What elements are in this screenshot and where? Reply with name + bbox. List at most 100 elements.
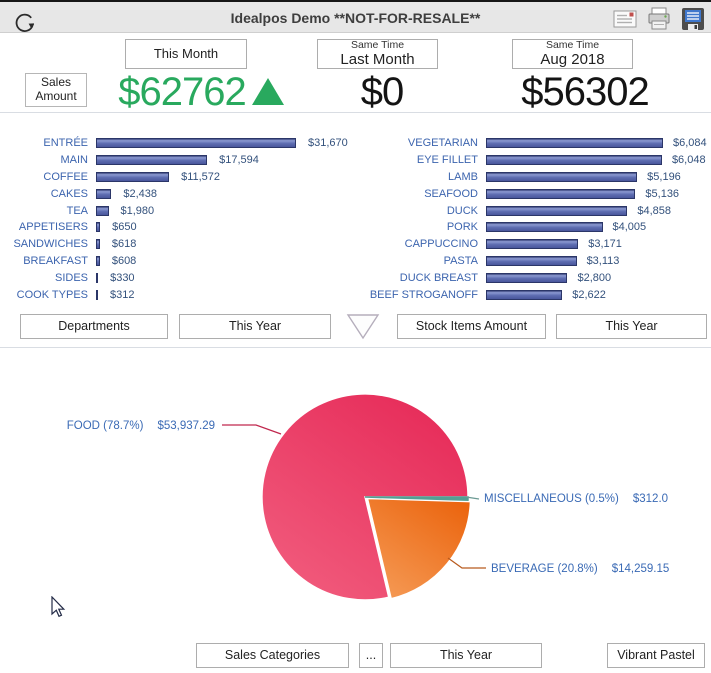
bar xyxy=(486,222,603,232)
bar-value-label: $4,005 xyxy=(613,221,647,233)
sales-categories-pie-chart: FOOD (78.7%)$53,937.29 MISCELLANEOUS (0.… xyxy=(0,350,711,645)
collapse-chevron-icon[interactable] xyxy=(346,313,380,340)
bar-category-label: PASTA xyxy=(356,255,486,267)
bar-value-label: $11,572 xyxy=(181,171,220,183)
bar-category-label: LAMB xyxy=(356,171,486,183)
bar-row: COFFEE$11,572 xyxy=(0,169,356,186)
divider xyxy=(0,347,711,348)
stock-items-button[interactable]: Stock Items Amount xyxy=(397,314,546,339)
bar-category-label: COOK TYPES xyxy=(0,289,96,301)
bar xyxy=(486,290,562,300)
bar-category-label: DUCK BREAST xyxy=(356,272,486,284)
bar-category-label: BEEF STROGANOFF xyxy=(356,289,486,301)
bar-category-label: PORK xyxy=(356,221,486,233)
bar-row: SANDWICHES $618 xyxy=(0,236,356,253)
bar xyxy=(486,138,663,148)
bar xyxy=(486,256,577,266)
food-slice-label: FOOD (78.7%)$53,937.29 xyxy=(67,420,215,432)
kpi-value-last-month: $0 xyxy=(332,70,432,115)
save-icon[interactable] xyxy=(681,7,705,31)
beverage-leader-line xyxy=(448,558,486,568)
bar-row: TEA $1,980 xyxy=(0,202,356,219)
sales-categories-button[interactable]: Sales Categories xyxy=(196,643,349,668)
bar-row: MAIN $17,594 xyxy=(0,152,356,169)
bar-row: SEAFOOD$5,136 xyxy=(356,185,711,202)
bar-value-label: $608 xyxy=(112,255,136,267)
bar-category-label: CAKES xyxy=(0,188,96,200)
vibrant-pastel-button[interactable]: Vibrant Pastel xyxy=(607,643,705,668)
dashboard-window: Idealpos Demo **NOT-FOR-RESALE** Sale xyxy=(0,0,711,673)
bar-row: COOK TYPES$312 xyxy=(0,286,356,303)
bar xyxy=(96,222,100,232)
divider xyxy=(0,112,711,113)
bar xyxy=(486,172,637,182)
bar xyxy=(96,172,169,182)
bar xyxy=(486,273,567,283)
departments-bar-chart: ENTRÉE$31,670MAIN$17,594COFFEE$11,572CAK… xyxy=(0,135,356,303)
bar-category-label: BREAKFAST xyxy=(0,255,96,267)
bar xyxy=(486,155,662,165)
bar xyxy=(486,206,627,216)
bar-value-label: $1,980 xyxy=(121,205,155,217)
bar-category-label: CAPPUCCINO xyxy=(356,238,486,250)
bar xyxy=(96,239,100,249)
bar-category-label: MAIN xyxy=(0,154,96,166)
departments-period-button[interactable]: This Year xyxy=(179,314,331,339)
bar-row: CAPPUCCINO $3,171 xyxy=(356,236,711,253)
bar-row: APPETISERS $650 xyxy=(0,219,356,236)
bar-category-label: APPETISERS xyxy=(0,221,96,233)
period-button-aug-2018[interactable]: Same Time Aug 2018 xyxy=(512,39,633,69)
bar-category-label: SIDES xyxy=(0,272,96,284)
bar xyxy=(96,206,109,216)
bar-value-label: $3,113 xyxy=(587,255,620,267)
bar-category-label: VEGETARIAN xyxy=(356,137,486,149)
bar-value-label: $4,858 xyxy=(637,205,671,217)
printer-icon[interactable] xyxy=(646,7,672,31)
beverage-slice-label: BEVERAGE (20.8%)$14,259.15 xyxy=(491,563,669,575)
period-button-this-month[interactable]: This Month xyxy=(125,39,247,69)
bar xyxy=(96,138,296,148)
bar xyxy=(486,239,578,249)
bar-value-label: $618 xyxy=(112,238,136,250)
bar-value-label: $6,048 xyxy=(672,154,706,166)
bar-row: DUCK BREAST$2,800 xyxy=(356,269,711,286)
bar-value-label: $17,594 xyxy=(219,154,259,166)
bar xyxy=(96,290,98,300)
bar xyxy=(486,189,635,199)
bar-value-label: $330 xyxy=(110,272,134,284)
title-bar: Idealpos Demo **NOT-FOR-RESALE** xyxy=(0,0,711,33)
email-icon[interactable] xyxy=(613,10,637,28)
bar-value-label: $6,084 xyxy=(673,137,707,149)
ellipsis-button[interactable]: ... xyxy=(359,643,383,668)
mouse-cursor xyxy=(51,596,67,620)
kpi-value-aug-2018: $56302 xyxy=(500,70,670,115)
bar xyxy=(96,256,100,266)
bar-row: ENTRÉE $31,670 xyxy=(0,135,356,152)
bar-category-label: ENTRÉE xyxy=(0,137,96,149)
bar-row: PASTA $3,113 xyxy=(356,253,711,270)
bar-value-label: $3,171 xyxy=(588,238,622,250)
stock-items-period-button[interactable]: This Year xyxy=(556,314,707,339)
bar-row: BREAKFAST $608 xyxy=(0,253,356,270)
bar-value-label: $650 xyxy=(112,221,136,233)
bar-row: CAKES $2,438 xyxy=(0,185,356,202)
sales-amount-label[interactable]: Sales Amount xyxy=(25,73,87,107)
bar-row: SIDES $330 xyxy=(0,269,356,286)
departments-button[interactable]: Departments xyxy=(20,314,168,339)
period-button-last-month[interactable]: Same Time Last Month xyxy=(317,39,438,69)
bar-category-label: TEA xyxy=(0,205,96,217)
bar-value-label: $2,622 xyxy=(572,289,606,301)
bar-value-label: $2,438 xyxy=(123,188,157,200)
bar-value-label: $5,196 xyxy=(647,171,681,183)
miscellaneous-slice-label: MISCELLANEOUS (0.5%)$312.0 xyxy=(484,493,668,505)
trend-up-icon xyxy=(252,78,284,105)
bar-category-label: EYE FILLET xyxy=(356,154,486,166)
bar-row: DUCK$4,858 xyxy=(356,202,711,219)
pie-period-button[interactable]: This Year xyxy=(390,643,542,668)
bar xyxy=(96,273,98,283)
bar-value-label: $31,670 xyxy=(308,137,348,149)
bar-category-label: SEAFOOD xyxy=(356,188,486,200)
bar-row: EYE FILLET $6,048 xyxy=(356,152,711,169)
bar-category-label: SANDWICHES xyxy=(0,238,96,250)
bar xyxy=(96,189,111,199)
